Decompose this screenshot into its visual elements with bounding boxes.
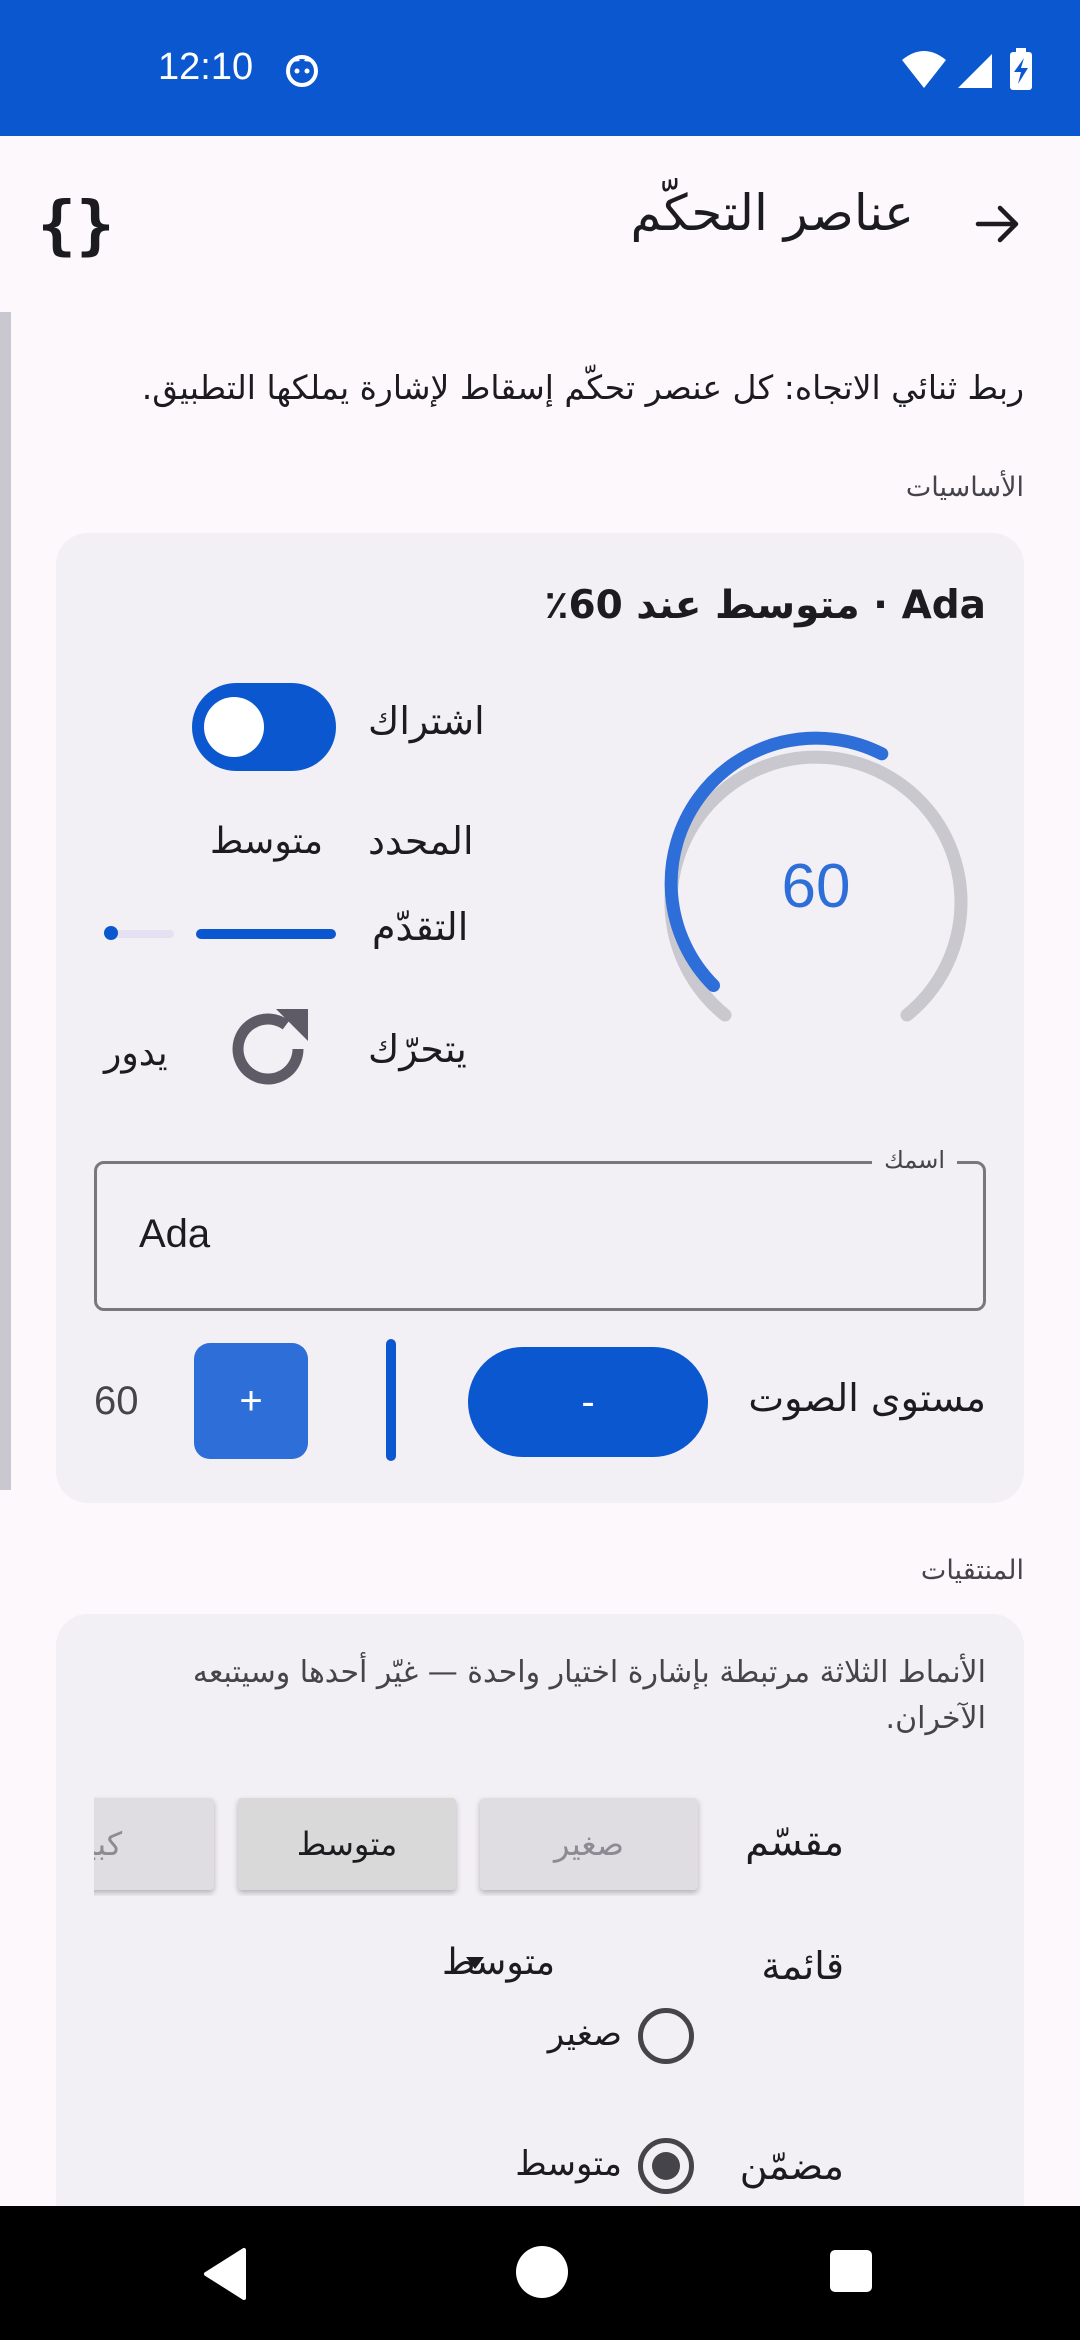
progress-end-dot	[104, 926, 118, 940]
basics-card: Ada · متوسط عند 60٪ اشتراك المحدد متوسط …	[56, 533, 1024, 1503]
volume-value: 60	[94, 1379, 139, 1423]
volume-increase-button[interactable]: +	[194, 1343, 308, 1459]
volume-divider	[386, 1339, 396, 1461]
switch-thumb	[204, 697, 264, 757]
dropdown-value[interactable]: متوسط	[442, 1942, 555, 1983]
selectors-description: الأنماط الثلاثة مرتبطة بإشارة اختيار واح…	[192, 1655, 986, 1736]
segmented-label: مقسّم	[745, 1820, 844, 1864]
moving-label: يتحرّك	[368, 1027, 467, 1071]
subscribe-label: اشتراك	[368, 699, 485, 743]
status-time: 12:10	[158, 46, 254, 88]
signal-icon	[958, 54, 992, 88]
radio-group-label: مضمّن	[739, 2144, 844, 2188]
navigation-bar	[0, 2206, 1080, 2340]
progress-indicator	[196, 929, 336, 939]
selected-label: المحدد	[368, 819, 474, 863]
radio-medium[interactable]	[638, 2138, 694, 2194]
code-braces-icon: {}	[37, 189, 115, 263]
name-field-label: اسمك	[872, 1146, 957, 1174]
refresh-icon	[232, 1009, 308, 1085]
segmented-control: صغير متوسط كبير	[94, 1792, 744, 1896]
battery-charging-icon	[1010, 48, 1032, 90]
name-field[interactable]: اسمك	[94, 1146, 986, 1311]
code-braces-button[interactable]: {}	[34, 188, 118, 264]
gauge-value: 60	[781, 852, 851, 921]
subscribe-switch[interactable]	[192, 683, 336, 771]
chevron-down-icon[interactable]	[466, 1957, 484, 1969]
spinning-text: يدور	[104, 1033, 168, 1074]
nav-recents-icon[interactable]	[830, 2250, 872, 2292]
scroll-indicator[interactable]	[0, 312, 11, 1490]
volume-label: مستوى الصوت	[748, 1376, 986, 1420]
nav-home-icon[interactable]	[516, 2246, 568, 2298]
dropdown-label: قائمة	[761, 1944, 844, 1988]
page-title: عناصر التحكّم	[630, 184, 914, 242]
radio-medium-label: متوسط	[515, 2144, 622, 2184]
section-label-selectors: المنتقيات	[920, 1555, 1024, 1586]
cat-icon	[286, 55, 318, 87]
segment-medium[interactable]: متوسط	[238, 1798, 456, 1890]
status-bar: 12:10	[0, 0, 1080, 136]
page-subtitle: ربط ثنائي الاتجاه: كل عنصر تحكّم إسقاط ل…	[141, 368, 1024, 407]
name-input[interactable]	[139, 1212, 839, 1257]
card-title: Ada · متوسط عند 60٪	[544, 583, 986, 628]
segment-large[interactable]: كبير	[94, 1798, 214, 1890]
segment-small[interactable]: صغير	[480, 1798, 698, 1890]
volume-decrease-button[interactable]: -	[468, 1347, 708, 1457]
wifi-icon	[902, 51, 946, 88]
progress-label: التقدّم	[372, 905, 469, 949]
section-label-basics: الأساسيات	[905, 472, 1024, 503]
radio-small-label: صغير	[547, 2014, 622, 2054]
status-icons	[902, 48, 1032, 90]
nav-back-icon[interactable]	[200, 2246, 256, 2302]
arrow-right-icon[interactable]	[970, 196, 1026, 252]
radio-small[interactable]	[638, 2008, 694, 2064]
selected-value: متوسط	[210, 821, 324, 862]
app-bar: {} عناصر التحكّم	[0, 136, 1080, 311]
